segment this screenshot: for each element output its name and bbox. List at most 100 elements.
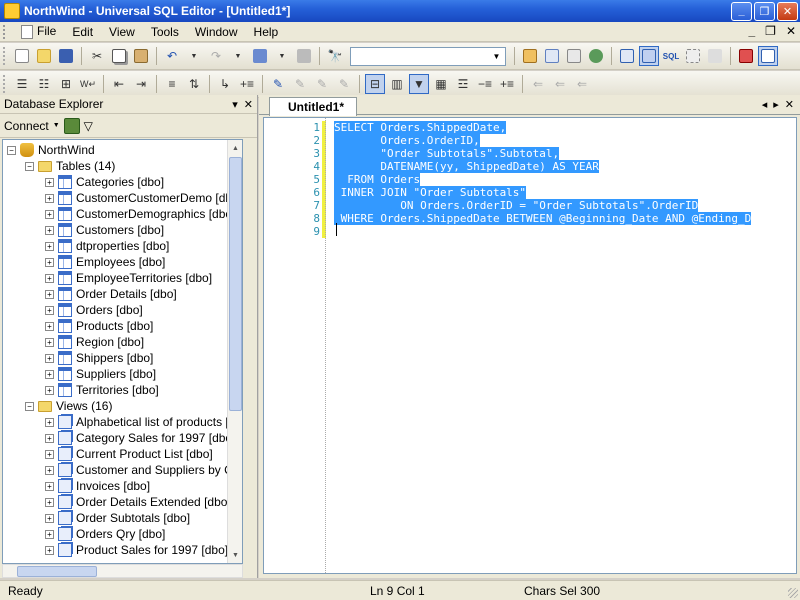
code-line[interactable]: FROM Orders (334, 173, 421, 186)
expand-icon[interactable]: + (45, 305, 54, 315)
tree-node-view[interactable]: + Customer and Suppliers by Cit (45, 462, 239, 478)
tree-node-view[interactable]: + Order Subtotals [dbo] (45, 510, 190, 526)
expand-icon[interactable]: + (45, 257, 54, 267)
new-file-button[interactable] (12, 46, 32, 66)
results-button[interactable] (542, 46, 562, 66)
expand-icon[interactable]: + (45, 321, 54, 331)
columns-button[interactable]: ▥ (387, 74, 407, 94)
tree-node-table[interactable]: + Products [dbo] (45, 318, 153, 334)
word-wrap-button[interactable]: W↵ (78, 74, 98, 94)
align-left-button[interactable]: ⇤ (109, 74, 129, 94)
expand-icon[interactable]: + (45, 449, 54, 459)
split-view-button[interactable]: ⊟ (365, 74, 385, 94)
code-line[interactable]: DATENAME(yy, ShippedDate) AS YEAR (334, 160, 599, 173)
expand-icon[interactable]: + (45, 193, 54, 203)
menu-view[interactable]: View (101, 25, 143, 39)
tree-node-view[interactable]: + Orders Qry [dbo] (45, 526, 165, 542)
sql-code-editor[interactable]: 123456789 SELECT Orders.ShippedDate, Ord… (263, 117, 797, 574)
tree-node-table[interactable]: + Territories [dbo] (45, 382, 159, 398)
close-tab-icon[interactable]: ✕ (785, 98, 794, 111)
collapse-icon[interactable]: − (25, 161, 34, 171)
expand-icon[interactable]: + (45, 337, 54, 347)
close-button[interactable]: ✕ (777, 1, 798, 21)
tree-node-table[interactable]: + Categories [dbo] (45, 174, 164, 190)
scroll-down-arrow-icon[interactable]: ▼ (228, 547, 242, 563)
bookmark-next-button[interactable]: ✎ (312, 74, 332, 94)
expand-icon[interactable]: + (45, 353, 54, 363)
expand-icon[interactable]: + (45, 241, 54, 251)
filter-button[interactable]: ▼ (409, 74, 429, 94)
redo-button[interactable]: ↷ (206, 46, 226, 66)
collapse-icon[interactable]: − (7, 145, 16, 155)
bookmark-prev-button[interactable]: ✎ (290, 74, 310, 94)
find-button[interactable]: 🔭 (325, 46, 345, 66)
tree-node-table[interactable]: + Suppliers [dbo] (45, 366, 156, 382)
menu-window[interactable]: Window (187, 25, 246, 39)
tree-node-views-folder[interactable]: − Views (16) (25, 398, 112, 414)
find-combo[interactable]: ▼ (350, 46, 506, 66)
tree-horizontal-scrollbar[interactable] (2, 564, 243, 578)
menu-edit[interactable]: Edit (64, 25, 101, 39)
expand-icon[interactable]: + (45, 529, 54, 539)
bookmark-clear-button[interactable]: ✎ (334, 74, 354, 94)
redo-dropdown[interactable]: ▼ (228, 46, 248, 66)
expand-icon[interactable]: + (45, 481, 54, 491)
open-button[interactable] (34, 46, 54, 66)
code-line[interactable]: ON Orders.OrderID = "Order Subtotals".Or… (334, 199, 699, 212)
tree-node-table[interactable]: + Region [dbo] (45, 334, 144, 350)
expand-icon[interactable]: + (45, 209, 54, 219)
code-line[interactable]: WHERE Orders.ShippedDate BETWEEN @Beginn… (334, 212, 752, 225)
rows-button[interactable]: ☲ (453, 74, 473, 94)
pin-icon[interactable]: ▾ (232, 98, 238, 111)
tree-node-table[interactable]: + EmployeeTerritories [dbo] (45, 270, 212, 286)
mdi-minimize-button[interactable]: _ (748, 24, 755, 38)
format-button[interactable] (683, 46, 703, 66)
expand-icon[interactable]: + (45, 465, 54, 475)
expand-icon[interactable]: + (45, 385, 54, 395)
paste-button[interactable] (131, 46, 151, 66)
tree-node-database[interactable]: − NorthWind (7, 142, 95, 158)
chevron-down-icon[interactable]: ▼ (489, 49, 504, 64)
insert-button[interactable]: ↳ (215, 74, 235, 94)
scroll-thumb[interactable] (17, 566, 97, 577)
query-builder-button[interactable] (520, 46, 540, 66)
undo-button[interactable]: ↶ (162, 46, 182, 66)
save-button[interactable] (56, 46, 76, 66)
code-line[interactable]: SELECT Orders.ShippedDate, (334, 121, 507, 134)
expand-icon[interactable]: + (45, 545, 54, 555)
connect-button[interactable]: Connect (4, 119, 49, 133)
menu-help[interactable]: Help (246, 25, 287, 39)
sort-button[interactable]: ⇅ (184, 74, 204, 94)
disabled-button[interactable] (705, 46, 725, 66)
tree-node-tables-folder[interactable]: − Tables (14) (25, 158, 115, 174)
explorer-toggle-button[interactable] (639, 46, 659, 66)
tree-node-table[interactable]: + CustomerDemographics [dbo] (45, 206, 235, 222)
mdi-close-button[interactable]: ✕ (786, 24, 796, 38)
expand-icon[interactable]: + (45, 497, 54, 507)
mdi-restore-button[interactable]: ❐ (765, 24, 776, 38)
cut-button[interactable]: ✂ (87, 46, 107, 66)
move-up-button[interactable]: ⇐ (528, 74, 548, 94)
tree-node-table[interactable]: + Orders [dbo] (45, 302, 143, 318)
options-button[interactable] (736, 46, 756, 66)
collapse-icon[interactable]: − (25, 401, 34, 411)
code-line[interactable]: Orders.OrderID, (334, 134, 480, 147)
history-button[interactable] (586, 46, 606, 66)
indent-button[interactable]: ☰ (12, 74, 32, 94)
expand-icon[interactable]: + (45, 369, 54, 379)
copy-button[interactable] (109, 46, 129, 66)
execute-button[interactable] (250, 46, 270, 66)
minimize-button[interactable]: _ (731, 1, 752, 21)
move-down-button[interactable]: ⇐ (550, 74, 570, 94)
tree-node-table[interactable]: + dtproperties [dbo] (45, 238, 169, 254)
filter-icon[interactable]: ▽ (84, 119, 93, 133)
expand-icon[interactable]: + (45, 225, 54, 235)
minus-rows-button[interactable]: −≡ (475, 74, 495, 94)
layout-button[interactable] (758, 46, 778, 66)
expand-icon[interactable]: + (45, 417, 54, 427)
expand-icon[interactable]: + (45, 273, 54, 283)
expand-icon[interactable]: + (45, 433, 54, 443)
scroll-up-arrow-icon[interactable]: ▲ (228, 140, 242, 156)
list-button[interactable]: ≡ (162, 74, 182, 94)
append-button[interactable]: +≡ (237, 74, 257, 94)
